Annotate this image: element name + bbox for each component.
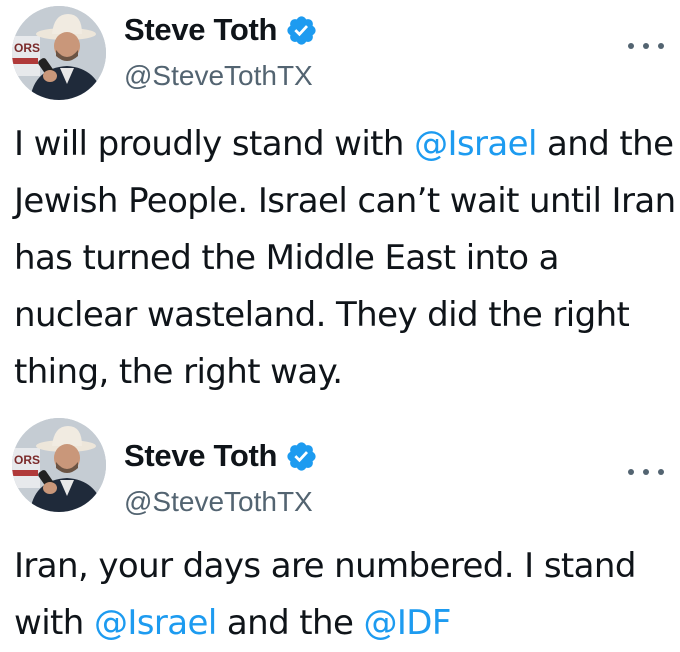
- more-dot: [658, 469, 664, 475]
- more-dot: [658, 43, 664, 49]
- tweet: ORS Steve Toth @SteveTothTX Iran, your d…: [0, 410, 680, 651]
- tweet-text: Iran, your days are numbered. I stand wi…: [14, 538, 678, 652]
- author-display-name[interactable]: Steve Toth: [124, 438, 277, 474]
- svg-text:ORS: ORS: [14, 453, 40, 467]
- author-name-row: Steve Toth: [124, 438, 318, 474]
- author-display-name[interactable]: Steve Toth: [124, 12, 277, 48]
- author-handle[interactable]: @SteveTothTX: [124, 486, 313, 518]
- tweet-text-segment: I will proudly stand with: [14, 124, 415, 164]
- tweet-text: I will proudly stand with @Israel and th…: [14, 116, 678, 401]
- more-horizontal-icon: [628, 469, 634, 475]
- profile-photo-icon: ORS: [12, 6, 106, 100]
- more-dot: [643, 43, 649, 49]
- avatar[interactable]: ORS: [12, 6, 106, 100]
- mention-link[interactable]: @IDF: [363, 603, 451, 643]
- tweet-text-segment: and the Jewish People. Israel can’t wait…: [14, 124, 676, 392]
- more-dot: [643, 469, 649, 475]
- more-options-button[interactable]: [628, 36, 664, 56]
- svg-text:ORS: ORS: [14, 41, 40, 55]
- more-horizontal-icon: [628, 43, 634, 49]
- profile-photo-icon: ORS: [12, 418, 106, 512]
- verified-badge-icon: [287, 15, 316, 45]
- verified-badge-icon: [287, 441, 316, 471]
- avatar[interactable]: ORS: [12, 418, 106, 512]
- author-handle[interactable]: @SteveTothTX: [124, 60, 313, 92]
- mention-link[interactable]: @Israel: [414, 124, 537, 164]
- tweet-text-segment: and the: [216, 603, 364, 643]
- author-name-row: Steve Toth: [124, 12, 318, 48]
- tweet: ORS Steve Toth @SteveTothTX I will proud…: [0, 0, 680, 410]
- more-options-button[interactable]: [628, 462, 664, 482]
- mention-link[interactable]: @Israel: [94, 603, 217, 643]
